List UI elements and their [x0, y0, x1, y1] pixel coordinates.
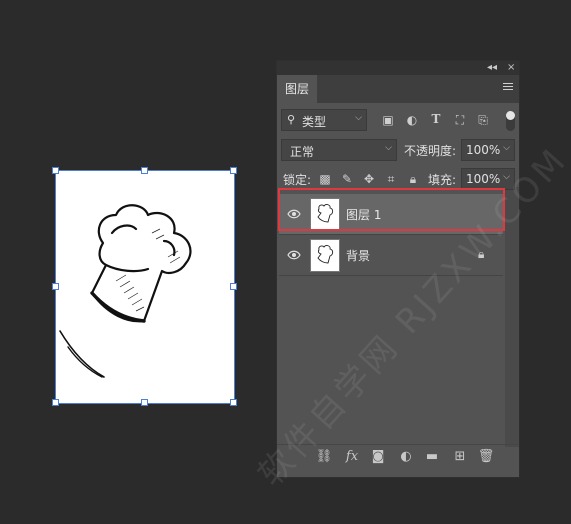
tab-layers[interactable]: 图层	[277, 75, 317, 103]
blend-opacity-row: 正常 ⌵ 不透明度: 100% ⌵	[277, 139, 519, 163]
opacity-field[interactable]: 100% ⌵	[461, 139, 515, 161]
layer-row-background[interactable]: 背景 🔒︎	[279, 235, 503, 276]
fill-value: 100%	[466, 172, 501, 186]
lock-artboard-icon[interactable]: ⌗	[383, 172, 399, 186]
filter-toggle-switch[interactable]	[506, 111, 515, 131]
eye-icon[interactable]	[287, 248, 301, 262]
adjustment-icon[interactable]: ◐	[397, 449, 415, 464]
layers-scrollbar[interactable]	[505, 187, 519, 447]
panel-title-bar: ◂◂ ×	[277, 61, 519, 75]
lock-all-icon[interactable]: 🔒︎	[405, 172, 421, 186]
mask-icon[interactable]: ◙	[369, 449, 387, 464]
lock-image-pixels-icon[interactable]: ✎	[339, 172, 355, 186]
transform-handle-bl[interactable]	[52, 399, 59, 406]
lock-label: 锁定:	[283, 173, 312, 187]
layer-name[interactable]: 背景	[346, 247, 370, 264]
new-layer-icon[interactable]: ⊞	[451, 449, 469, 464]
trash-icon[interactable]: 🗑︎	[477, 449, 495, 464]
transform-handle-tl[interactable]	[52, 167, 59, 174]
lock-transparency-icon[interactable]: ▩	[317, 172, 333, 186]
panel-footer: ⛓ fx ◙ ◐ ▬ ⊞ 🗑︎	[277, 444, 519, 469]
chevron-down-icon: ⌵	[503, 143, 510, 153]
transform-handle-tc[interactable]	[141, 167, 148, 174]
fx-icon[interactable]: fx	[343, 449, 361, 464]
blend-mode-dropdown[interactable]: 正常 ⌵	[281, 139, 397, 161]
canvas-document[interactable]	[52, 167, 237, 406]
opacity-label: 不透明度:	[404, 144, 457, 158]
selection-highlight-box	[278, 188, 505, 231]
panel-tab-bar: 图层	[277, 75, 519, 103]
blend-mode-value: 正常	[290, 145, 315, 159]
smart-object-filter-icon[interactable]: ⎘	[475, 113, 491, 127]
folder-icon[interactable]: ▬	[423, 449, 441, 464]
opacity-value: 100%	[466, 143, 501, 157]
close-icon[interactable]: ×	[507, 61, 515, 75]
chevron-down-icon: ⌵	[355, 113, 362, 123]
type-filter-icon[interactable]: T	[428, 112, 444, 126]
chevron-down-icon: ⌵	[503, 172, 510, 182]
transform-handle-ml[interactable]	[52, 283, 59, 290]
transform-handle-tr[interactable]	[230, 167, 237, 174]
chef-hat-illustration	[59, 204, 192, 378]
fill-field[interactable]: 100% ⌵	[461, 168, 515, 190]
panel-menu-icon[interactable]	[503, 83, 513, 93]
layers-panel: ◂◂ × 图层 ⚲ 类型 ⌵ ▣ ◐ T ⛶ ⎘ 正常 ⌵ 不透明度: 100%…	[276, 60, 520, 478]
transform-handle-br[interactable]	[230, 399, 237, 406]
layer-thumbnail	[310, 239, 340, 272]
lock-icon[interactable]: 🔒︎	[478, 247, 484, 262]
chevron-down-icon: ⌵	[385, 143, 392, 153]
transform-handle-bc[interactable]	[141, 399, 148, 406]
fill-label: 填充:	[428, 173, 457, 187]
filter-row: ⚲ 类型 ⌵ ▣ ◐ T ⛶ ⎘	[277, 109, 519, 133]
search-icon: ⚲	[287, 113, 296, 126]
pixel-layer-filter-icon[interactable]: ▣	[380, 113, 396, 127]
filter-type-dropdown[interactable]: ⚲ 类型 ⌵	[281, 109, 367, 131]
adjustment-filter-icon[interactable]: ◐	[404, 113, 420, 127]
link-icon[interactable]: ⛓	[315, 449, 333, 464]
filter-type-label: 类型	[302, 115, 327, 129]
transform-handle-mr[interactable]	[230, 283, 237, 290]
shape-filter-icon[interactable]: ⛶	[452, 113, 468, 127]
lock-position-icon[interactable]: ✥	[361, 172, 377, 186]
double-chevron-icon[interactable]: ◂◂	[487, 61, 497, 75]
